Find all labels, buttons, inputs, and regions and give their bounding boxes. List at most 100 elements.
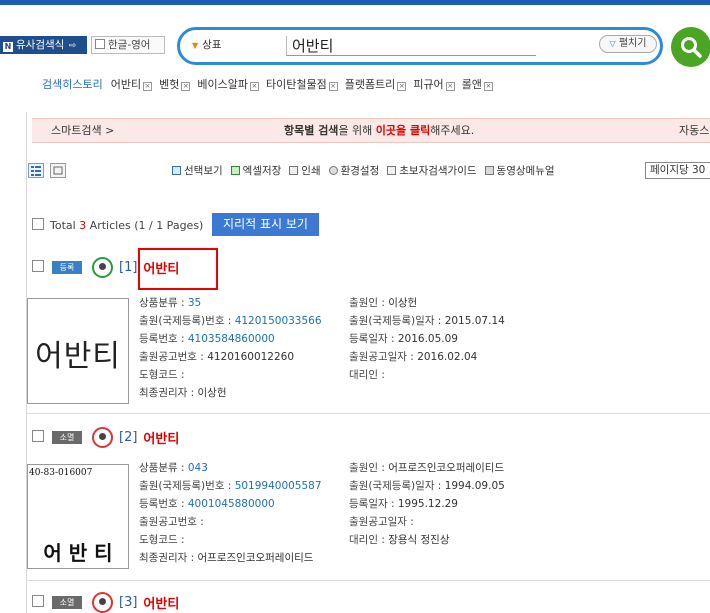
field-label: 출원(국제등록)일자 :	[349, 315, 445, 327]
record-fields-right: 출원인 : 어프로즈인코오퍼레이티드 출원(국제등록)일자 : 1994.09.…	[349, 459, 505, 549]
expand-button[interactable]: ▽ 펼치기	[599, 35, 657, 53]
field-row: 출원인 : 어프로즈인코오퍼레이티드	[349, 459, 505, 477]
grid-view-icon[interactable]	[50, 163, 66, 178]
smart-search-click-link[interactable]: 이곳을 클릭	[376, 124, 430, 137]
smart-search-bar[interactable]: 스마트검색 > 항목별 검색을 위해 이곳을 클릭해주세요. 자동스	[32, 118, 710, 143]
field-select-label: 상표	[202, 39, 222, 51]
settings-tool[interactable]: 환경설정	[328, 165, 379, 177]
field-value: 이상헌	[388, 297, 418, 309]
field-select[interactable]: ▼ 상표	[192, 37, 221, 52]
video-manual-tool[interactable]: 동영상메뉴얼	[484, 165, 555, 177]
record-title[interactable]: 어반티	[143, 597, 179, 612]
field-label: 등록번호 :	[139, 498, 188, 510]
print-tool[interactable]: 인쇄	[289, 165, 321, 177]
status-badge: 소멸	[52, 430, 82, 444]
field-value[interactable]: 35	[188, 297, 201, 309]
trademark-image[interactable]: 40-83-016007 어 반 티	[27, 464, 129, 569]
field-row: 도형코드 :	[139, 366, 322, 384]
field-label: 상품분류 :	[139, 462, 188, 474]
record-title[interactable]: 어반티	[143, 432, 179, 447]
total-prefix: Total	[50, 219, 80, 232]
auto-label[interactable]: 자동스	[679, 119, 709, 142]
total-suffix: Articles (1 / 1 Pages)	[86, 219, 204, 232]
field-label: 등록번호 :	[139, 333, 188, 345]
close-icon[interactable]: ×	[249, 82, 259, 91]
history-item[interactable]: 플랫폼트리 ×	[345, 78, 407, 91]
seal-icon	[92, 592, 113, 613]
field-row: 상품분류 : 35	[139, 294, 322, 312]
field-value: 어프로즈인코오퍼레이티드	[388, 462, 505, 474]
field-value[interactable]: 5019940005587	[235, 480, 322, 492]
select-view-tool[interactable]: 선택보기	[172, 165, 223, 177]
geo-display-button[interactable]: 지리적 표시 보기	[212, 213, 319, 236]
printer-icon	[289, 166, 299, 175]
record-fields-left: 상품분류 : 043 출원(국제등록)번호 : 5019940005587 등록…	[139, 459, 322, 567]
list-view-icon[interactable]	[28, 163, 44, 178]
field-row: 출원공고일자 : 2016.02.04	[349, 348, 505, 366]
search-history: 검색히스토리 어반티 × 벤헛 × 베이스알파 × 타이탄철물점 × 플랫폼트리 × 피규어 × 롤앤 ×	[42, 76, 500, 92]
close-icon[interactable]: ×	[483, 82, 493, 91]
field-value[interactable]: 043	[188, 462, 208, 474]
smart-search-message[interactable]: 항목별 검색을 위해 이곳을 클릭해주세요.	[284, 119, 474, 142]
history-item-label[interactable]: 벤헛	[159, 78, 179, 91]
result-summary: Total 3 Articles (1 / 1 Pages)	[32, 218, 203, 232]
trademark-text: 어반티	[35, 339, 121, 374]
history-item-label[interactable]: 롤앤	[462, 78, 482, 91]
beginner-guide-tool[interactable]: 초보자검색가이드	[387, 165, 477, 177]
excel-save-tool[interactable]: 엑셀저장	[230, 165, 282, 177]
per-page-select[interactable]: 페이지당 30	[645, 162, 710, 179]
search-button[interactable]	[671, 27, 710, 67]
field-row: 등록번호 : 4001045880000	[139, 495, 322, 513]
dropdown-triangle-icon: ▼	[192, 41, 199, 50]
field-label: 대리인 :	[349, 534, 389, 546]
history-item-label[interactable]: 피규어	[413, 78, 443, 91]
record-checkbox[interactable]	[32, 259, 44, 272]
close-icon[interactable]: ×	[328, 82, 338, 91]
field-row: 대리인 :	[349, 366, 505, 384]
smart-search-label[interactable]: 스마트검색 >	[51, 119, 114, 142]
field-value: 2016.05.09	[397, 333, 458, 345]
field-value: 4120160012260	[207, 351, 295, 363]
search-input[interactable]	[286, 36, 536, 56]
tool-label: 엑셀저장	[242, 165, 282, 177]
seal-icon	[92, 427, 113, 448]
field-label: 출원(국제등록)일자 :	[349, 480, 445, 492]
select-all-checkbox[interactable]	[32, 218, 44, 230]
tool-label: 인쇄	[301, 165, 321, 177]
trademark-image[interactable]: 어반티	[27, 298, 129, 404]
history-item[interactable]: 벤헛 ×	[159, 78, 191, 91]
close-icon[interactable]: ×	[445, 82, 455, 91]
record-fields-left: 상품분류 : 35 출원(국제등록)번호 : 4120150033566 등록번…	[139, 294, 322, 402]
tool-label: 동영상메뉴얼	[496, 165, 555, 177]
history-item-label[interactable]: 베이스알파	[197, 78, 248, 91]
smart-search-post: 해주세요.	[430, 124, 475, 137]
n-icon: N	[3, 42, 13, 52]
top-accent-bar	[0, 0, 710, 5]
history-item[interactable]: 피규어 ×	[413, 78, 455, 91]
history-label: 검색히스토리	[42, 78, 103, 91]
history-item[interactable]: 타이탄철물점 ×	[266, 78, 338, 91]
field-value: 2016.02.04	[417, 351, 478, 363]
close-icon[interactable]: ×	[181, 82, 191, 91]
field-label: 출원공고번호 :	[139, 516, 204, 528]
ko-en-toggle[interactable]: 한글-영어	[91, 36, 165, 54]
similar-search-button[interactable]: N 유사검색식 ⇨	[0, 36, 87, 54]
similar-search-label: 유사검색식	[16, 39, 65, 51]
history-item-label[interactable]: 플랫폼트리	[345, 78, 396, 91]
chevron-down-icon: ▽	[609, 39, 616, 48]
gear-icon	[328, 166, 338, 175]
close-icon[interactable]: ×	[143, 82, 153, 91]
close-icon[interactable]: ×	[397, 82, 407, 91]
field-value[interactable]: 4120150033566	[235, 315, 322, 327]
history-item[interactable]: 롤앤 ×	[462, 78, 493, 91]
history-item-label[interactable]: 타이탄철물점	[266, 78, 327, 91]
history-item-label[interactable]: 어반티	[111, 78, 141, 91]
record-checkbox[interactable]	[32, 594, 44, 607]
history-item[interactable]: 베이스알파 ×	[197, 78, 259, 91]
field-value[interactable]: 4001045880000	[188, 498, 275, 510]
record-checkbox[interactable]	[32, 429, 44, 442]
field-row: 출원공고일자 :	[349, 513, 505, 531]
field-label: 등록일자 :	[349, 498, 398, 510]
field-value[interactable]: 4103584860000	[188, 333, 275, 345]
history-item[interactable]: 어반티 ×	[111, 78, 153, 91]
